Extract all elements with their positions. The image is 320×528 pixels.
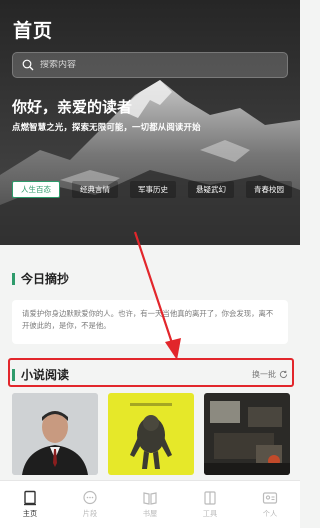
book-cover[interactable] <box>204 393 290 475</box>
nav-bookstore-label: 书屋 <box>142 509 158 518</box>
page-title: 首页 <box>13 20 54 42</box>
excerpt-text: 请爱护你身边默默爱你的人。也许，有一天当他真的离开了，你会发现，离不开彼此的，是… <box>22 309 274 330</box>
tab-life[interactable]: 人生百态 <box>12 181 60 198</box>
greeting-text: 你好，亲爱的读者 <box>12 98 133 116</box>
profile-icon <box>262 492 278 504</box>
nav-tools-label: 工具 <box>202 509 218 518</box>
search-bar[interactable] <box>12 52 288 78</box>
room-photo-cover <box>204 393 290 475</box>
home-icon <box>24 490 36 506</box>
section-accent-bar <box>12 368 15 381</box>
novel-section-title: 小说阅读 <box>12 366 69 383</box>
bottom-navigation: 主页 片段 书屋 工具 个人 <box>0 480 300 528</box>
chat-bubble-icon <box>83 490 97 505</box>
tools-icon <box>204 491 216 505</box>
hero-banner: 首页 你好，亲爱的读者 点燃智慧之光，探索无限可能，一切都从阅读开始 人生百态 … <box>0 0 300 245</box>
refresh-button[interactable]: 换一批 <box>252 369 288 380</box>
novel-covers <box>12 393 290 475</box>
nav-profile-label: 个人 <box>262 509 278 518</box>
books-icon <box>143 492 157 505</box>
nav-tools[interactable]: 工具 <box>185 490 235 519</box>
tab-romance[interactable]: 经典言情 <box>72 181 118 198</box>
ape-illustration-cover <box>108 393 194 475</box>
nav-profile[interactable]: 个人 <box>245 490 295 519</box>
excerpt-title: 今日摘抄 <box>21 272 70 286</box>
portrait-cover <box>12 393 98 475</box>
tab-military-history[interactable]: 军事历史 <box>130 181 176 198</box>
nav-bookstore[interactable]: 书屋 <box>125 490 175 519</box>
category-tabs: 人生百态 经典言情 军事历史 悬疑武幻 青春校园 <box>12 181 292 198</box>
book-cover[interactable] <box>108 393 194 475</box>
refresh-label: 换一批 <box>252 370 276 379</box>
nav-home-label: 主页 <box>22 509 38 518</box>
book-cover[interactable] <box>12 393 98 475</box>
tab-youth-campus[interactable]: 青春校园 <box>246 181 292 198</box>
tab-mystery-fantasy[interactable]: 悬疑武幻 <box>188 181 234 198</box>
refresh-icon <box>279 370 288 378</box>
novel-title: 小说阅读 <box>21 368 70 382</box>
nav-fragments[interactable]: 片段 <box>65 490 115 519</box>
excerpt-card[interactable]: 请爱护你身边默默爱你的人。也许，有一天当他真的离开了，你会发现，离不开彼此的，是… <box>12 300 288 344</box>
slogan-text: 点燃智慧之光，探索无限可能，一切都从阅读开始 <box>12 122 201 132</box>
section-accent-bar <box>12 272 15 285</box>
nav-home[interactable]: 主页 <box>5 490 55 519</box>
search-input[interactable] <box>40 60 270 70</box>
excerpt-section-title: 今日摘抄 <box>12 270 69 287</box>
search-icon <box>22 59 34 71</box>
nav-fragments-label: 片段 <box>82 509 98 518</box>
